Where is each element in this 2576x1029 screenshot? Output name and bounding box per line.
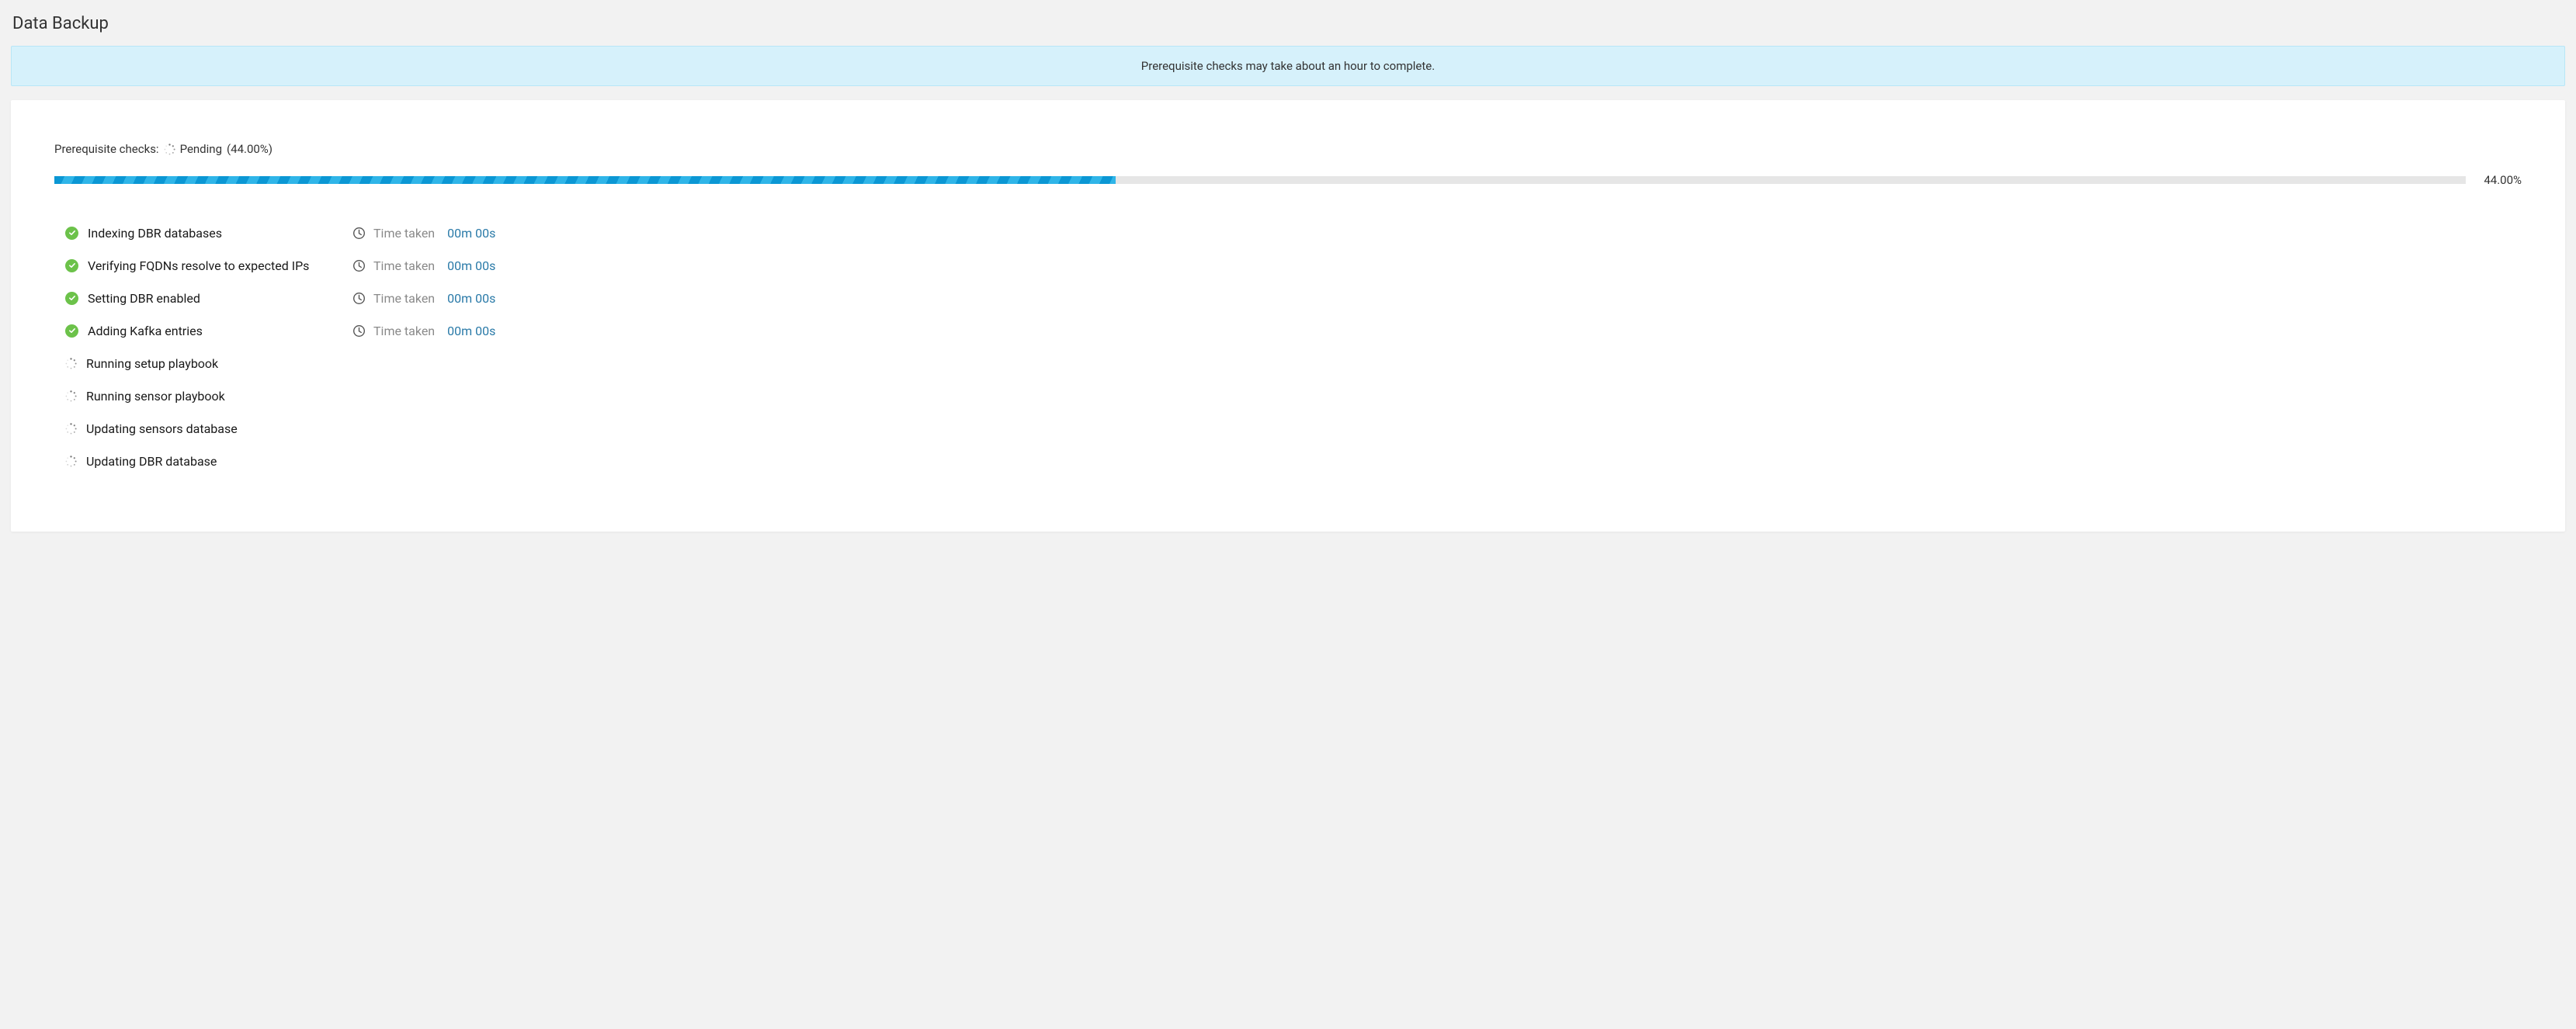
check-success-icon [65, 259, 78, 272]
check-label: Adding Kafka entries [88, 324, 203, 338]
status-state: Pending [180, 142, 222, 156]
check-left: Running setup playbook [65, 356, 352, 371]
check-label: Running sensor playbook [86, 389, 225, 404]
check-label: Updating DBR database [86, 454, 217, 469]
check-left: Running sensor playbook [65, 389, 352, 404]
time-taken-label: Time taken [373, 226, 435, 241]
time-taken-value: 00m 00s [447, 324, 495, 338]
check-success-icon [65, 324, 78, 338]
check-row: Running setup playbook [65, 347, 2522, 379]
check-left: Updating sensors database [65, 421, 352, 436]
progress-row: 44.00% [54, 173, 2522, 187]
check-label: Indexing DBR databases [88, 226, 222, 241]
check-row: Adding Kafka entries Time taken 00m 00s [65, 314, 2522, 347]
clock-icon [352, 259, 366, 272]
spinner-icon [65, 423, 77, 435]
clock-icon [352, 292, 366, 305]
time-taken-value: 00m 00s [447, 258, 495, 273]
check-left: Indexing DBR databases [65, 226, 352, 241]
status-percent: (44.00%) [227, 142, 273, 156]
check-label: Verifying FQDNs resolve to expected IPs [88, 258, 309, 273]
spinner-icon [65, 358, 77, 369]
status-line: Prerequisite checks: Pending (44.00%) [54, 142, 2522, 156]
check-time: Time taken 00m 00s [352, 226, 495, 241]
check-row: Setting DBR enabled Time taken 00m 00s [65, 282, 2522, 314]
progress-fill [54, 176, 1116, 184]
check-row: Indexing DBR databases Time taken 00m 00s [65, 217, 2522, 249]
check-label: Updating sensors database [86, 421, 238, 436]
check-left: Setting DBR enabled [65, 291, 352, 306]
check-label: Setting DBR enabled [88, 291, 200, 306]
time-taken-label: Time taken [373, 291, 435, 306]
clock-icon [352, 227, 366, 240]
check-success-icon [65, 227, 78, 240]
progress-percent-label: 44.00% [2477, 173, 2522, 187]
check-time: Time taken 00m 00s [352, 324, 495, 338]
check-success-icon [65, 292, 78, 305]
check-left: Adding Kafka entries [65, 324, 352, 338]
clock-icon [352, 324, 366, 338]
spinner-icon [164, 144, 175, 155]
info-banner: Prerequisite checks may take about an ho… [11, 46, 2565, 86]
check-left: Verifying FQDNs resolve to expected IPs [65, 258, 352, 273]
time-taken-value: 00m 00s [447, 291, 495, 306]
spinner-icon [65, 456, 77, 467]
check-time: Time taken 00m 00s [352, 291, 495, 306]
check-time: Time taken 00m 00s [352, 258, 495, 273]
spinner-icon [65, 390, 77, 402]
time-taken-label: Time taken [373, 324, 435, 338]
check-row: Verifying FQDNs resolve to expected IPs … [65, 249, 2522, 282]
progress-bar [54, 176, 2466, 184]
check-label: Running setup playbook [86, 356, 218, 371]
time-taken-value: 00m 00s [447, 226, 495, 241]
check-row: Updating DBR database [65, 445, 2522, 477]
checks-list: Indexing DBR databases Time taken 00m 00s… [54, 217, 2522, 477]
page-title: Data Backup [11, 14, 2565, 33]
check-left: Updating DBR database [65, 454, 352, 469]
check-row: Updating sensors database [65, 412, 2522, 445]
prerequisite-card: Prerequisite checks: Pending (44.00%) [11, 100, 2565, 532]
status-prefix: Prerequisite checks: [54, 142, 159, 156]
check-row: Running sensor playbook [65, 379, 2522, 412]
time-taken-label: Time taken [373, 258, 435, 273]
